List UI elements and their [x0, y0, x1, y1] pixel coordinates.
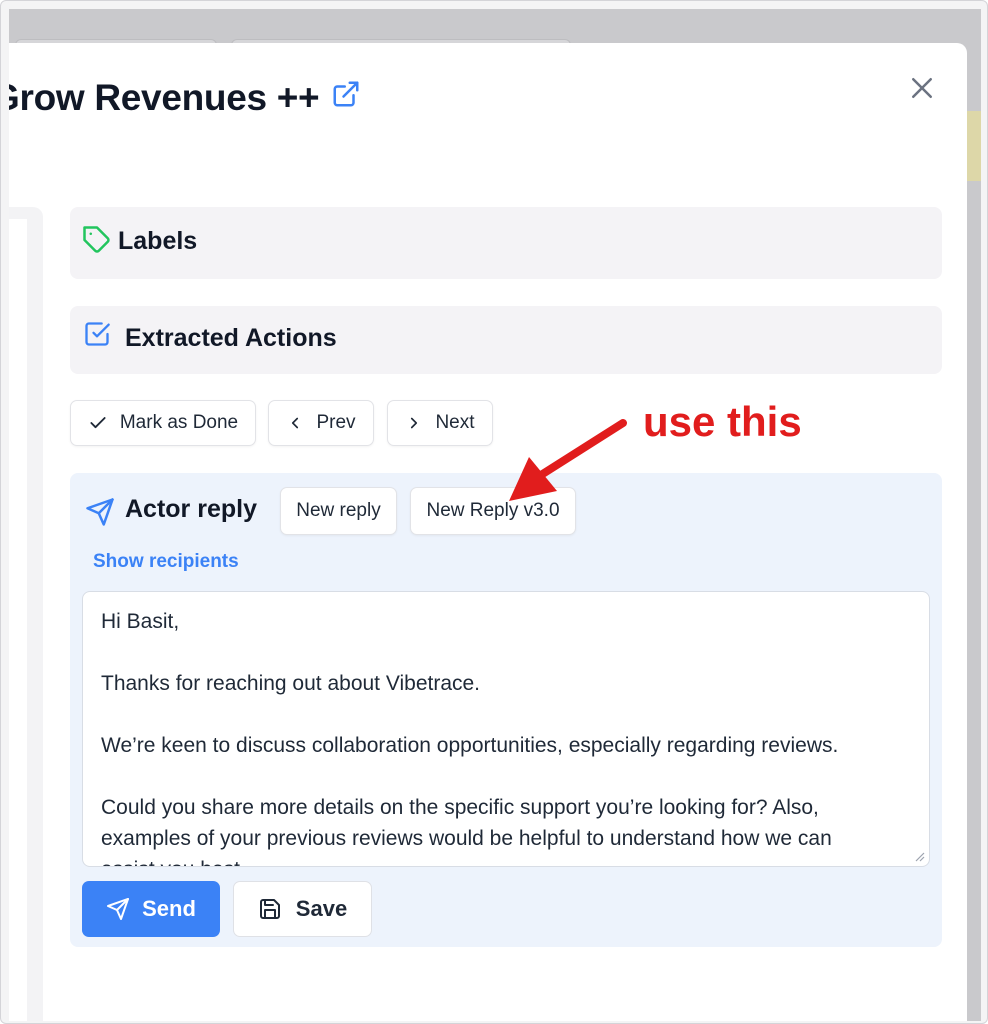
prev-button[interactable]: Prev — [268, 400, 374, 446]
save-icon — [259, 899, 280, 919]
external-link-icon[interactable] — [331, 79, 361, 109]
reply-line: Hi Basit, — [101, 610, 180, 633]
send-label: Send — [142, 896, 196, 921]
left-panel-content — [9, 219, 27, 1021]
save-label: Save — [295, 896, 348, 921]
extracted-actions-section[interactable]: Extracted Actions — [70, 306, 942, 374]
labels-section[interactable]: Labels — [70, 207, 942, 279]
reply-line: examples of your previous reviews would … — [101, 827, 832, 850]
reply-blank-line — [101, 637, 911, 668]
reply-line: Could you share more details on the spec… — [101, 796, 819, 819]
save-button[interactable]: Save — [233, 881, 372, 937]
send-icon — [107, 898, 130, 920]
reply-textarea[interactable]: Hi Basit, Thanks for reaching out about … — [82, 591, 930, 867]
extracted-actions-title: Extracted Actions — [125, 324, 337, 352]
new-reply-label: New reply — [296, 500, 381, 521]
reply-line: We’re keen to discuss collaboration oppo… — [101, 734, 839, 757]
tag-icon — [83, 226, 110, 253]
reply-card: Actor reply New reply New Reply v3.0 Sho… — [70, 473, 942, 947]
reply-blank-line — [101, 699, 911, 730]
left-panel — [9, 207, 43, 1021]
next-button[interactable]: Next — [387, 400, 493, 446]
show-recipients-link[interactable]: Show recipients — [93, 551, 239, 573]
check-icon — [90, 417, 106, 429]
close-icon[interactable] — [907, 73, 937, 103]
chevron-right-icon — [411, 417, 418, 429]
modal-title: Grow Revenues ++ — [9, 77, 320, 118]
checkbox-icon — [85, 322, 110, 346]
mark-as-done-label: Mark as Done — [119, 412, 239, 433]
reply-line: assist you best. — [101, 854, 911, 866]
reply-line: Thanks for reaching out about Vibetrace. — [101, 672, 481, 695]
send-icon — [86, 498, 114, 526]
reply-blank-line — [101, 761, 911, 792]
screenshot-frame: Grow Revenues ++ Labels Extracted Action… — [0, 0, 988, 1024]
reply-title: Actor reply — [125, 495, 257, 523]
mark-as-done-button[interactable]: Mark as Done — [70, 400, 256, 446]
send-button[interactable]: Send — [82, 881, 220, 937]
labels-title: Labels — [118, 227, 198, 255]
new-reply-button[interactable]: New reply — [280, 487, 397, 535]
next-label: Next — [435, 412, 475, 433]
modal-dialog: Grow Revenues ++ Labels Extracted Action… — [9, 43, 967, 1021]
annotation-text: use this — [643, 398, 802, 445]
background-highlight — [967, 111, 981, 181]
resize-handle-icon[interactable] — [913, 850, 925, 862]
prev-label: Prev — [316, 412, 356, 433]
chevron-left-icon — [292, 417, 299, 429]
annotation-arrow-icon — [509, 419, 627, 501]
